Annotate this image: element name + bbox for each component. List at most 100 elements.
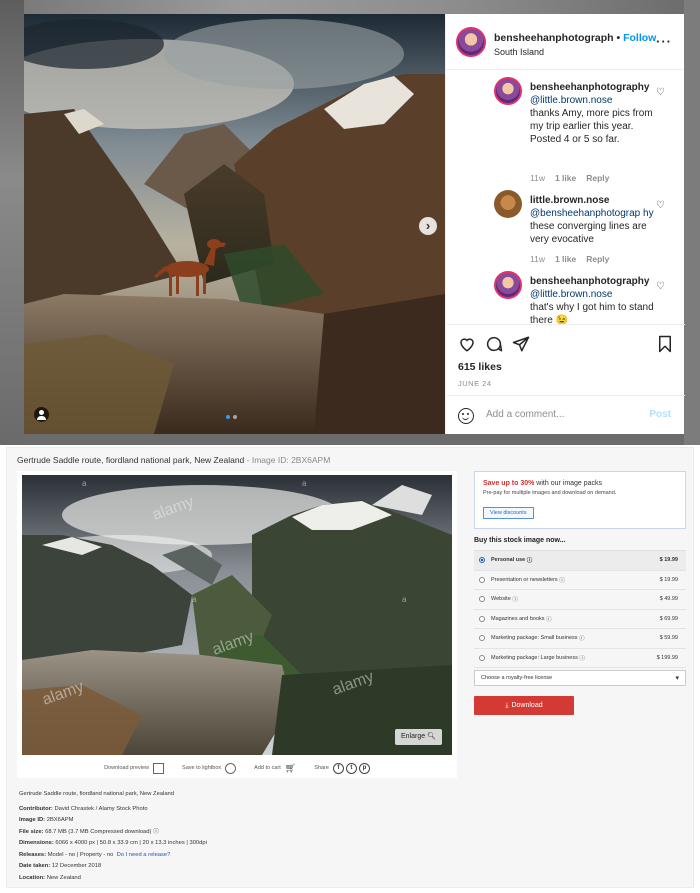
license-option-presentation[interactable]: Presentation or newsletters ⓘ $ 19.99 xyxy=(474,571,686,590)
separator-dot: • xyxy=(613,32,624,44)
commenter-avatar[interactable] xyxy=(494,190,522,218)
info-icon[interactable]: ⓘ xyxy=(527,556,533,564)
post-location[interactable]: South Island xyxy=(494,47,544,57)
detail-dimensions: Dimensions: 6066 x 4000 px | 50.8 x 33.9… xyxy=(19,840,207,846)
license-option-small-business[interactable]: Marketing package: Small business ⓘ $ 59.… xyxy=(474,629,686,649)
carousel-dot xyxy=(233,415,237,419)
download-label: Download xyxy=(511,702,543,709)
comment-input[interactable]: Add a comment... xyxy=(486,409,564,420)
radio-button[interactable] xyxy=(479,654,485,661)
detail-file-size: File size: 68.7 MB (3.7 MB Compressed do… xyxy=(19,828,159,835)
reply-button[interactable]: Reply xyxy=(586,254,609,264)
twitter-icon[interactable]: t xyxy=(345,762,357,774)
comment-like-icon[interactable]: ♡ xyxy=(656,200,665,211)
detail-contributor: Contributor: David Chrastek / Alamy Stoc… xyxy=(19,805,148,812)
license-option-website[interactable]: Website ⓘ $ 49.99 xyxy=(474,590,686,610)
enlarge-button[interactable]: Enlarge 🔍︎ xyxy=(395,729,442,745)
share-label: Share xyxy=(314,765,329,771)
detail-location: Location: New Zealand xyxy=(19,874,81,881)
comment-time: 11w xyxy=(530,254,545,264)
image-id-header: Image ID: 2BX6APM xyxy=(251,455,331,465)
info-icon[interactable]: ⓘ xyxy=(153,829,159,835)
post-comment-button[interactable]: Post xyxy=(649,409,671,420)
license-options: Personal use ⓘ $ 19.99 Presentation or ne… xyxy=(474,550,686,668)
comment-bubble-icon[interactable] xyxy=(485,335,503,353)
comment-likes[interactable]: 1 like xyxy=(555,173,576,183)
comment-mention[interactable]: @little.brown.nose xyxy=(530,94,656,107)
reply-button[interactable]: Reply xyxy=(586,173,609,183)
comment-likes[interactable]: 1 like xyxy=(555,254,576,264)
watermark-letter: a xyxy=(302,479,307,488)
alamy-stock-page: Gertrude Saddle route, fiordland nationa… xyxy=(6,447,694,888)
magnifier-icon: 🔍︎ xyxy=(427,733,436,740)
comment-body: that's why I got him to stand there 😉 xyxy=(530,302,654,324)
author-username[interactable]: bensheehanphotograph • Follow xyxy=(494,32,656,44)
comment-text: bensheehanphotography @little.brown.nose… xyxy=(530,275,656,324)
comment-mention[interactable]: @bensheehanphotograp hy xyxy=(530,207,656,220)
radio-button[interactable] xyxy=(479,596,485,603)
info-icon[interactable]: ⓘ xyxy=(579,634,585,642)
comment-username[interactable]: little.brown.nose xyxy=(530,194,656,207)
image-toolbar: Download preview Save to lightbox Add to… xyxy=(22,759,452,777)
facebook-icon[interactable]: f xyxy=(332,762,344,774)
post-photo[interactable]: › xyxy=(24,14,445,434)
emoji-icon[interactable] xyxy=(458,408,474,424)
radio-button[interactable] xyxy=(479,635,485,642)
cart-icon: 🛒︎ xyxy=(284,762,297,773)
stock-photo[interactable]: alamy alamy alamy alamy a a a a Enlarge … xyxy=(22,475,452,755)
tagged-users-icon[interactable] xyxy=(34,407,49,422)
save-lightbox-button[interactable]: Save to lightbox xyxy=(182,762,237,774)
comment-username[interactable]: bensheehanphotography xyxy=(530,275,656,288)
username-text[interactable]: bensheehanphotograph xyxy=(494,32,614,44)
post-actions: 615 likes JUNE 24 Add a comment... Post xyxy=(446,324,685,434)
download-preview-button[interactable]: Download preview xyxy=(104,762,165,774)
comment-username[interactable]: bensheehanphotography xyxy=(530,81,656,94)
license-option-magazines[interactable]: Magazines and books ⓘ $ 69.99 xyxy=(474,610,686,629)
post-header: bensheehanphotograph • Follow South Isla… xyxy=(446,14,684,70)
pinterest-icon[interactable]: p xyxy=(358,762,370,774)
view-discounts-button[interactable]: View discounts xyxy=(483,507,534,519)
like-heart-icon[interactable] xyxy=(458,335,476,353)
royalty-free-select[interactable]: Choose a royalty-free license ▾ xyxy=(474,670,686,686)
image-details: Gertrude Saddle route, fiordland nationa… xyxy=(19,789,439,884)
radio-button[interactable] xyxy=(479,615,485,622)
comment-like-icon[interactable]: ♡ xyxy=(656,281,665,292)
chevron-down-icon: ▾ xyxy=(675,675,679,682)
author-avatar[interactable] xyxy=(456,27,486,57)
save-lightbox-label: Save to lightbox xyxy=(182,765,222,771)
comment-like-icon[interactable]: ♡ xyxy=(656,87,665,98)
add-to-cart-button[interactable]: Add to cart 🛒︎ xyxy=(254,763,296,774)
plus-icon xyxy=(225,762,237,774)
radio-button[interactable] xyxy=(479,576,485,583)
info-icon[interactable]: ⓘ xyxy=(512,595,518,603)
comment-mention[interactable]: @little.brown.nose xyxy=(530,288,656,301)
radio-button[interactable] xyxy=(479,557,485,564)
image-preview-panel: alamy alamy alamy alamy a a a a Enlarge … xyxy=(17,471,457,778)
next-image-button[interactable]: › xyxy=(419,217,437,235)
add-cart-label: Add to cart xyxy=(254,765,281,771)
comment-body: thanks Amy, more pics from my trip earli… xyxy=(530,108,653,145)
commenter-avatar[interactable] xyxy=(494,271,522,299)
share-paper-plane-icon[interactable] xyxy=(512,335,530,353)
background-strip-top xyxy=(24,0,684,14)
download-button[interactable]: ⤓ Download xyxy=(474,696,574,715)
instagram-post: › bensheehanphotograph • Follow South Is… xyxy=(24,14,685,434)
comment-text: bensheehanphotography @little.brown.nose… xyxy=(530,81,656,146)
mountain-valley-photo xyxy=(22,475,452,755)
post-date: JUNE 24 xyxy=(458,379,492,388)
more-options-icon[interactable]: ··· xyxy=(656,34,672,49)
license-option-personal-use[interactable]: Personal use ⓘ $ 19.99 xyxy=(474,551,686,571)
add-comment-bar: Add a comment... Post xyxy=(446,395,685,435)
info-icon[interactable]: ⓘ xyxy=(546,615,552,623)
license-option-large-business[interactable]: Marketing package: Large business ⓘ $ 199… xyxy=(474,649,686,668)
promo-title: Save up to 30% with our image packs xyxy=(483,480,603,487)
action-row xyxy=(458,335,673,355)
comment-meta: 11w 1 like Reply xyxy=(530,173,609,183)
release-help-link[interactable]: Do I need a release? xyxy=(117,852,171,858)
info-icon[interactable]: ⓘ xyxy=(559,576,565,584)
save-bookmark-icon[interactable] xyxy=(657,335,673,353)
likes-count[interactable]: 615 likes xyxy=(458,361,502,373)
follow-button[interactable]: Follow xyxy=(623,32,656,44)
commenter-avatar[interactable] xyxy=(494,77,522,105)
info-icon[interactable]: ⓘ xyxy=(579,654,585,662)
